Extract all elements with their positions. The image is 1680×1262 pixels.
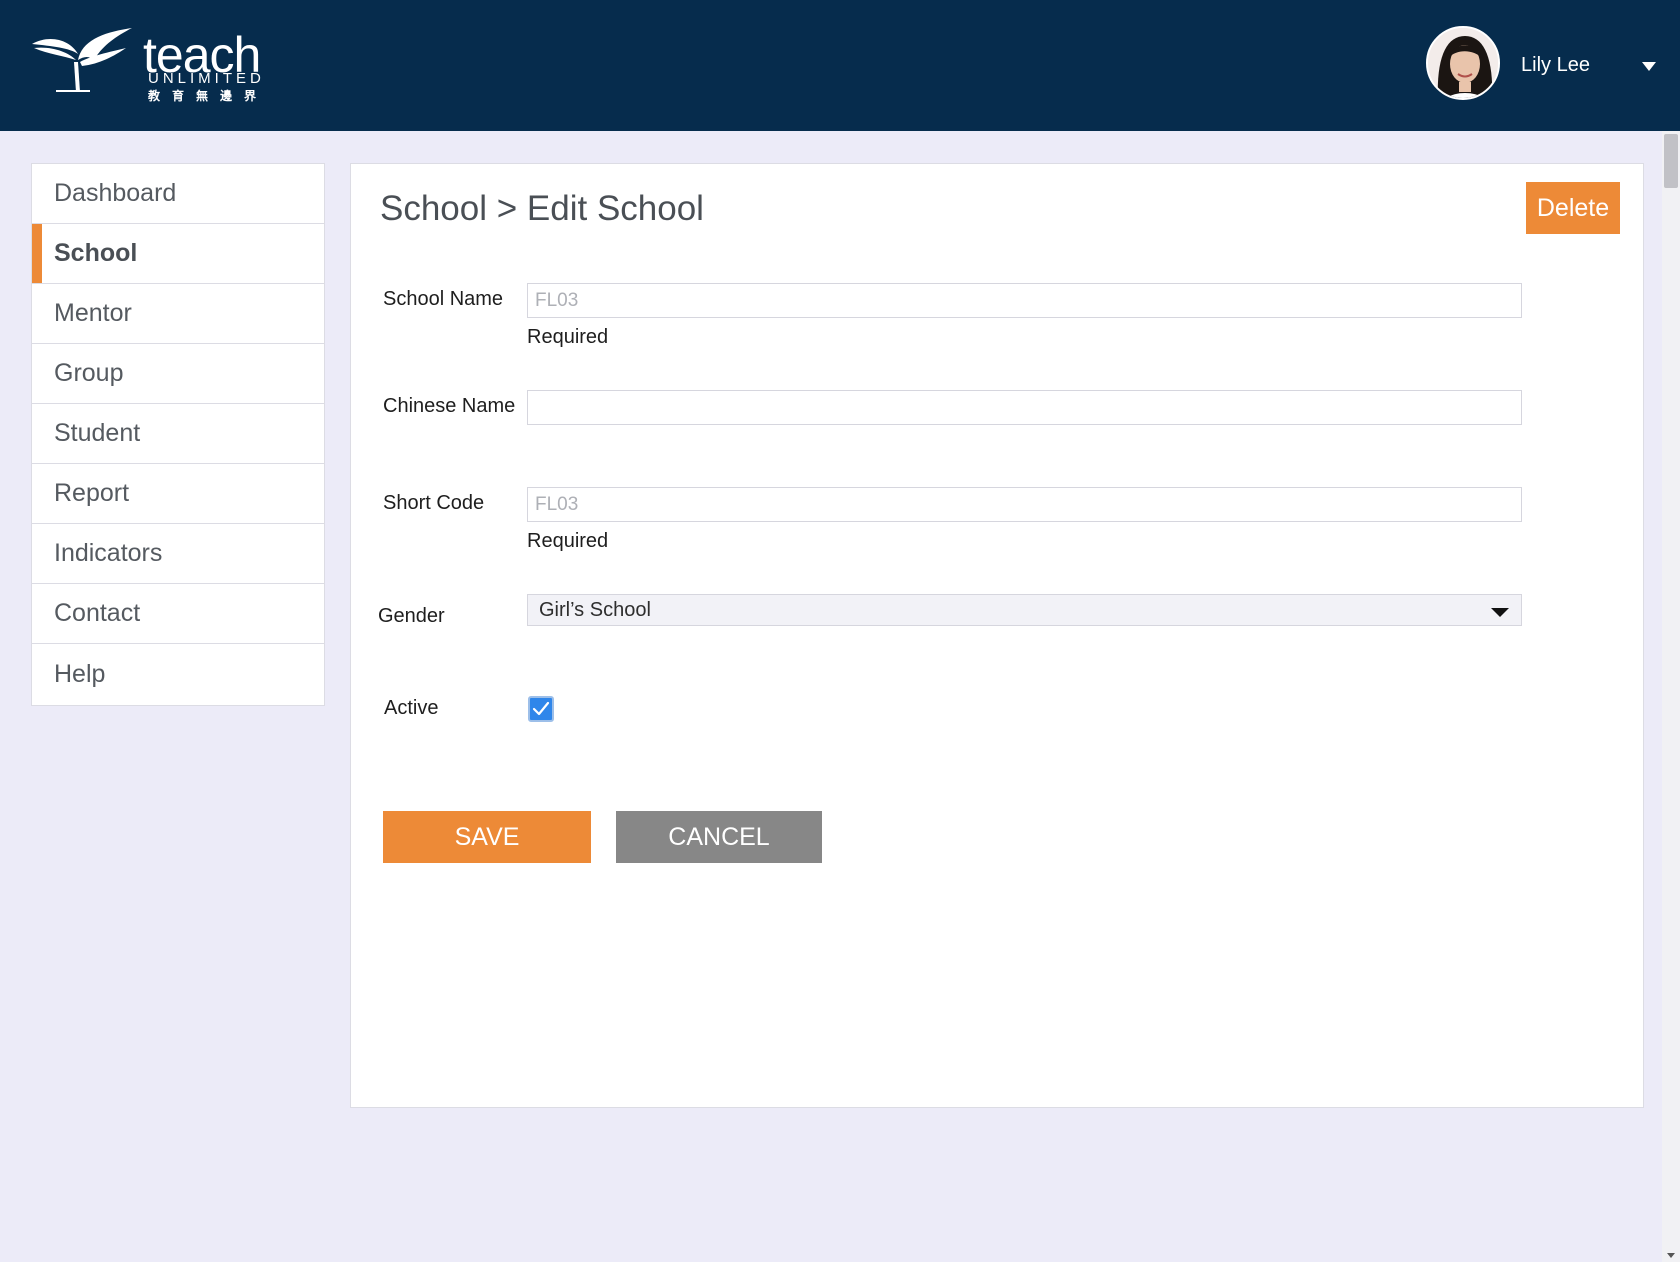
- short-code-label: Short Code: [383, 492, 485, 514]
- chinese-name-input[interactable]: [527, 390, 1522, 425]
- page-scrollbar[interactable]: [1662, 131, 1680, 1262]
- chevron-down-icon[interactable]: [1642, 62, 1656, 71]
- short-code-required-hint: Required: [527, 530, 609, 552]
- active-label: Active: [384, 697, 439, 719]
- sidebar-item-help[interactable]: Help: [32, 644, 324, 704]
- cancel-button[interactable]: CANCEL: [616, 811, 822, 863]
- top-header: teach UNLIMITED 教育無邊界 Lily Lee: [0, 0, 1680, 131]
- chinese-name-label: Chinese Name: [383, 395, 516, 417]
- teach-unlimited-logo[interactable]: teach UNLIMITED 教育無邊界: [30, 26, 280, 104]
- delete-button[interactable]: Delete: [1526, 182, 1620, 234]
- user-menu[interactable]: Lily Lee: [1420, 0, 1680, 131]
- school-name-input[interactable]: [527, 283, 1522, 318]
- bird-logo-icon: [32, 28, 132, 92]
- page-title: School > Edit School: [380, 189, 704, 228]
- sidebar-item-report[interactable]: Report: [32, 464, 324, 524]
- sidebar-item-student[interactable]: Student: [32, 404, 324, 464]
- logo-subtitle: UNLIMITED: [148, 70, 265, 87]
- sidebar-item-group[interactable]: Group: [32, 344, 324, 404]
- short-code-input[interactable]: [527, 487, 1522, 522]
- user-avatar-icon: [1428, 28, 1498, 98]
- save-button[interactable]: SAVE: [383, 811, 591, 863]
- sidebar-item-contact[interactable]: Contact: [32, 584, 324, 644]
- user-name[interactable]: Lily Lee: [1521, 54, 1590, 77]
- active-checkbox[interactable]: [528, 696, 554, 722]
- sidebar-item-mentor[interactable]: Mentor: [32, 284, 324, 344]
- school-name-label: School Name: [383, 288, 504, 310]
- logo-chinese-text: 教育無邊界: [148, 89, 269, 103]
- gender-select[interactable]: Girl’s School: [527, 594, 1522, 626]
- sidebar-item-school[interactable]: School: [32, 224, 324, 284]
- school-name-required-hint: Required: [527, 326, 609, 348]
- sidebar-item-indicators[interactable]: Indicators: [32, 524, 324, 584]
- gender-label: Gender: [378, 605, 445, 627]
- avatar[interactable]: [1426, 26, 1500, 100]
- gender-selected-value: Girl’s School: [539, 598, 651, 621]
- sidebar-item-dashboard[interactable]: Dashboard: [32, 164, 324, 224]
- dropdown-arrow-icon: [1491, 608, 1509, 617]
- edit-school-panel: School > Edit School Delete School Name …: [350, 163, 1644, 1108]
- checkmark-icon: [532, 701, 550, 716]
- scroll-down-arrow-icon[interactable]: [1667, 1253, 1675, 1258]
- sidebar-nav: Dashboard School Mentor Group Student Re…: [31, 163, 325, 706]
- scrollbar-thumb[interactable]: [1664, 134, 1678, 188]
